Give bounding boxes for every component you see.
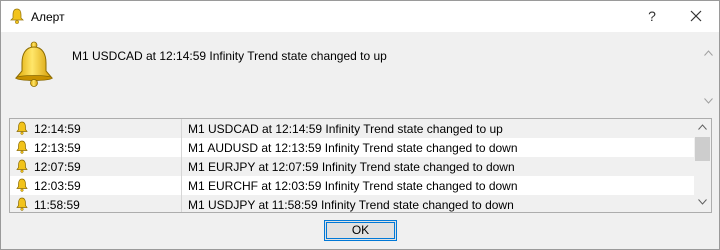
- arrow-up-icon[interactable]: [698, 124, 707, 130]
- alert-row-message: M1 EURCHF at 12:03:59 Infinity Trend sta…: [188, 179, 518, 193]
- bell-icon: [16, 159, 28, 173]
- bell-icon: [14, 41, 54, 87]
- alert-row[interactable]: 11:58:59 M1 USDJPY at 11:58:59 Infinity T…: [10, 195, 694, 212]
- alert-row[interactable]: 12:13:59 M1 AUDUSD at 12:13:59 Infinity T…: [10, 138, 694, 157]
- bell-icon: [10, 8, 24, 24]
- bell-icon: [16, 121, 28, 135]
- alert-message-cell: M1 EURJPY at 12:07:59 Infinity Trend sta…: [181, 157, 694, 176]
- window-title: Алерт: [31, 10, 65, 24]
- alert-time-cell: 12:03:59: [10, 176, 180, 195]
- alert-time: 12:14:59: [34, 122, 81, 136]
- ok-button-label: OK: [351, 223, 370, 237]
- alert-message-cell: M1 AUDUSD at 12:13:59 Infinity Trend sta…: [181, 138, 694, 157]
- alert-list[interactable]: 12:14:59 M1 USDCAD at 12:14:59 Infinity T…: [9, 118, 712, 213]
- help-button[interactable]: ?: [635, 5, 669, 27]
- alert-row-message: M1 USDJPY at 11:58:59 Infinity Trend sta…: [188, 198, 514, 212]
- alert-time-cell: 12:14:59: [10, 119, 180, 138]
- alert-row-message: M1 EURJPY at 12:07:59 Infinity Trend sta…: [188, 160, 515, 174]
- close-icon[interactable]: [679, 5, 713, 27]
- arrow-down-icon[interactable]: [698, 199, 707, 205]
- message-area: M1 USDCAD at 12:14:59 Infinity Trend sta…: [7, 34, 713, 110]
- alert-message-cell: M1 EURCHF at 12:03:59 Infinity Trend sta…: [181, 176, 694, 195]
- ok-button[interactable]: OK: [324, 220, 397, 241]
- alert-message-cell: M1 USDJPY at 11:58:59 Infinity Trend sta…: [181, 195, 694, 212]
- alert-row[interactable]: 12:07:59 M1 EURJPY at 12:07:59 Infinity T…: [10, 157, 694, 176]
- bell-icon: [16, 197, 28, 211]
- alert-time: 12:03:59: [34, 179, 81, 193]
- arrow-up-icon[interactable]: [704, 50, 713, 56]
- alert-window: Алерт ? M1 USDCAD at 12:14:59 Infinity T…: [0, 0, 720, 250]
- alert-message: M1 USDCAD at 12:14:59 Infinity Trend sta…: [72, 49, 387, 63]
- alert-time: 11:58:59: [34, 198, 80, 212]
- bell-icon: [16, 178, 28, 192]
- alert-row[interactable]: 12:14:59 M1 USDCAD at 12:14:59 Infinity T…: [10, 119, 694, 138]
- alert-row[interactable]: 12:03:59 M1 EURCHF at 12:03:59 Infinity T…: [10, 176, 694, 195]
- alert-row-message: M1 AUDUSD at 12:13:59 Infinity Trend sta…: [188, 141, 518, 155]
- message-scrollbar[interactable]: [700, 34, 717, 110]
- alert-time: 12:13:59: [34, 141, 81, 155]
- alert-row-message: M1 USDCAD at 12:14:59 Infinity Trend sta…: [188, 122, 503, 136]
- alert-message-cell: M1 USDCAD at 12:14:59 Infinity Trend sta…: [181, 119, 694, 138]
- title-bar[interactable]: Алерт ?: [1, 1, 719, 32]
- bell-icon: [16, 140, 28, 154]
- alert-time-cell: 12:07:59: [10, 157, 180, 176]
- alert-list-rows: 12:14:59 M1 USDCAD at 12:14:59 Infinity T…: [10, 119, 694, 212]
- alert-time-cell: 11:58:59: [10, 195, 180, 212]
- arrow-down-icon[interactable]: [704, 98, 713, 104]
- alert-time-cell: 12:13:59: [10, 138, 180, 157]
- alert-time: 12:07:59: [34, 160, 81, 174]
- alert-list-scrollbar[interactable]: [694, 119, 711, 212]
- scrollbar-thumb[interactable]: [695, 137, 710, 161]
